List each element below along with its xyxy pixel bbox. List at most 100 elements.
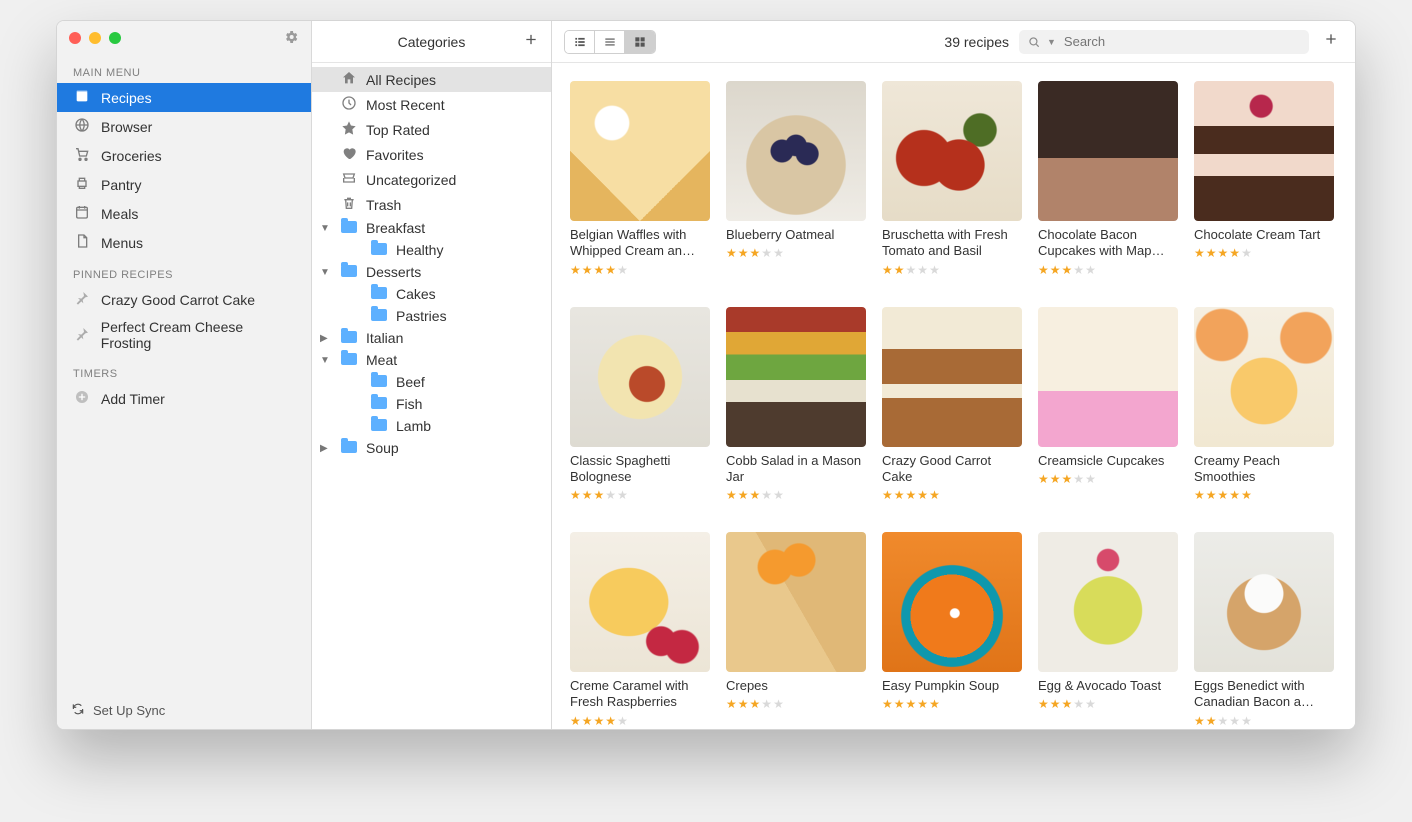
recipe-card[interactable]: Blueberry Oatmeal★★★★★ — [726, 81, 866, 277]
category-item-lamb[interactable]: Lamb — [312, 415, 551, 437]
pinned-item[interactable]: Perfect Cream Cheese Frosting — [57, 314, 311, 356]
list-icon — [603, 35, 617, 49]
recipe-thumbnail — [882, 81, 1022, 221]
sidebar-pinned-list: Crazy Good Carrot CakePerfect Cream Chee… — [57, 285, 311, 356]
sidebar-item-recipes[interactable]: Recipes — [57, 83, 311, 112]
recipe-thumbnail — [726, 307, 866, 447]
view-list-compact-button[interactable] — [565, 31, 595, 53]
category-item-fish[interactable]: Fish — [312, 393, 551, 415]
view-grid-button[interactable] — [625, 31, 655, 53]
recipe-rating: ★★★★★ — [726, 697, 866, 711]
disclosure-triangle-icon[interactable]: ▼ — [320, 267, 332, 278]
category-label: Desserts — [366, 264, 421, 280]
sidebar-item-label: Groceries — [101, 148, 162, 164]
recipe-thumbnail — [726, 81, 866, 221]
printer-icon — [73, 175, 91, 194]
category-item-desserts[interactable]: ▼ Desserts — [312, 261, 551, 283]
recipe-title: Chocolate Cream Tart — [1194, 227, 1334, 243]
category-item-fav[interactable]: Favorites — [312, 142, 551, 167]
trash-icon — [340, 195, 358, 214]
minimize-window-button[interactable] — [89, 32, 101, 44]
sidebar-item-menus[interactable]: Menus — [57, 228, 311, 257]
recipe-thumbnail — [1194, 81, 1334, 221]
app-window: MAIN MENU RecipesBrowserGroceriesPantryM… — [56, 20, 1356, 730]
recipe-grid[interactable]: Belgian Waffles with Whipped Cream an…★★… — [552, 63, 1355, 729]
category-item-uncat[interactable]: Uncategorized — [312, 167, 551, 192]
category-label: Soup — [366, 440, 399, 456]
recipe-rating: ★★★★★ — [1194, 714, 1334, 728]
recipe-thumbnail — [1194, 532, 1334, 672]
recipe-card[interactable]: Classic Spaghetti Bolognese★★★★★ — [570, 307, 710, 503]
sidebar-item-groceries[interactable]: Groceries — [57, 141, 311, 170]
recipe-rating: ★★★★★ — [882, 697, 1022, 711]
recipe-card[interactable]: Creamy Peach Smoothies★★★★★ — [1194, 307, 1334, 503]
add-timer-label: Add Timer — [101, 391, 165, 407]
category-item-recent[interactable]: Most Recent — [312, 92, 551, 117]
category-label: All Recipes — [366, 72, 436, 88]
category-item-cakes[interactable]: Cakes — [312, 283, 551, 305]
disclosure-triangle-icon[interactable]: ▼ — [320, 223, 332, 234]
sidebar-item-pantry[interactable]: Pantry — [57, 170, 311, 199]
disclosure-triangle-icon[interactable]: ▶ — [320, 443, 332, 454]
setup-sync-label: Set Up Sync — [93, 703, 165, 718]
recipe-card[interactable]: Bruschetta with Fresh Tomato and Basil★★… — [882, 81, 1022, 277]
disclosure-triangle-icon[interactable]: ▶ — [320, 333, 332, 344]
add-timer-button[interactable]: Add Timer — [57, 384, 311, 413]
recipe-rating: ★★★★★ — [1194, 488, 1334, 502]
recipe-card[interactable]: Creme Caramel with Fresh Raspberries★★★★… — [570, 532, 710, 728]
category-item-trash[interactable]: Trash — [312, 192, 551, 217]
recipe-thumbnail — [882, 532, 1022, 672]
category-item-italian[interactable]: ▶Italian — [312, 327, 551, 349]
recipe-card[interactable]: Eggs Benedict with Canadian Bacon a…★★★★… — [1194, 532, 1334, 728]
category-item-all[interactable]: All Recipes — [312, 67, 551, 92]
recipe-title: Blueberry Oatmeal — [726, 227, 866, 243]
folder-icon — [370, 308, 388, 324]
recipe-thumbnail — [570, 81, 710, 221]
sidebar-item-browser[interactable]: Browser — [57, 112, 311, 141]
pinned-item[interactable]: Crazy Good Carrot Cake — [57, 285, 311, 314]
setup-sync-button[interactable]: Set Up Sync — [57, 692, 311, 729]
folder-icon — [340, 220, 358, 236]
category-item-beef[interactable]: Beef — [312, 371, 551, 393]
disclosure-triangle-icon[interactable]: ▼ — [320, 355, 332, 366]
recipe-card[interactable]: Chocolate Bacon Cupcakes with Map…★★★★★ — [1038, 81, 1178, 277]
recipe-title: Cobb Salad in a Mason Jar — [726, 453, 866, 486]
category-label: Breakfast — [366, 220, 425, 236]
pin-icon — [73, 326, 91, 345]
settings-button[interactable] — [283, 29, 299, 48]
search-field[interactable]: ▼ — [1019, 30, 1309, 54]
sidebar-item-meals[interactable]: Meals — [57, 199, 311, 228]
category-item-soup[interactable]: ▶ Soup — [312, 437, 551, 459]
category-label: Most Recent — [366, 97, 445, 113]
category-item-pastries[interactable]: Pastries — [312, 305, 551, 327]
recipe-card[interactable]: Belgian Waffles with Whipped Cream an…★★… — [570, 81, 710, 277]
category-item-meat[interactable]: ▼Meat — [312, 349, 551, 371]
recipe-card[interactable]: Crazy Good Carrot Cake★★★★★ — [882, 307, 1022, 503]
category-item-breakfast[interactable]: ▼ Breakfast — [312, 217, 551, 239]
recipe-box-icon — [73, 88, 91, 107]
recipe-card[interactable]: Cobb Salad in a Mason Jar★★★★★ — [726, 307, 866, 503]
folder-icon — [340, 330, 358, 346]
plus-icon — [523, 31, 539, 47]
recipe-card[interactable]: Egg & Avocado Toast★★★★★ — [1038, 532, 1178, 728]
category-item-healthy[interactable]: Healthy — [312, 239, 551, 261]
clock-icon — [340, 95, 358, 114]
folder-icon — [340, 352, 358, 368]
close-window-button[interactable] — [69, 32, 81, 44]
category-item-top[interactable]: Top Rated — [312, 117, 551, 142]
view-list-button[interactable] — [595, 31, 625, 53]
folder-icon — [370, 418, 388, 434]
recipe-card[interactable]: Chocolate Cream Tart★★★★★ — [1194, 81, 1334, 277]
add-recipe-button[interactable] — [1319, 30, 1343, 53]
category-label: Beef — [396, 374, 425, 390]
recipe-title: Creamsicle Cupcakes — [1038, 453, 1178, 469]
add-category-button[interactable] — [523, 31, 539, 52]
recipe-card[interactable]: Creamsicle Cupcakes★★★★★ — [1038, 307, 1178, 503]
recipe-card[interactable]: Crepes★★★★★ — [726, 532, 866, 728]
titlebar — [57, 21, 311, 55]
search-input[interactable] — [1062, 33, 1301, 50]
recipe-card[interactable]: Easy Pumpkin Soup★★★★★ — [882, 532, 1022, 728]
maximize-window-button[interactable] — [109, 32, 121, 44]
recipe-rating: ★★★★★ — [882, 263, 1022, 277]
document-icon — [73, 233, 91, 252]
